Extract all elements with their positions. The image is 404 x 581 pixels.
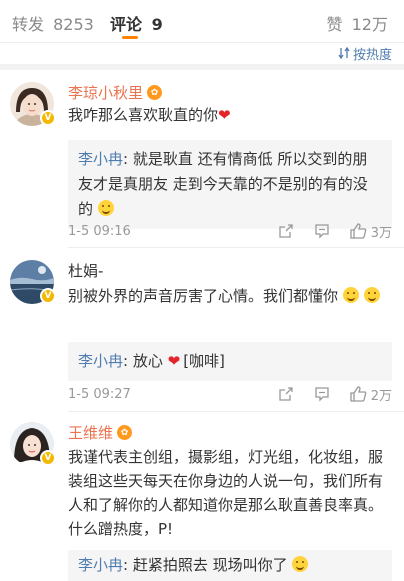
reply-action[interactable] [314, 386, 330, 402]
username-text: 王维维 [68, 424, 114, 442]
heart-icon: ❤ [218, 106, 231, 124]
tab-like-label: 赞 [326, 15, 343, 34]
comment-time: 1-5 09:27 [68, 386, 131, 402]
like-count: 2万 [370, 388, 392, 404]
sort-label: 按热度 [352, 47, 392, 63]
doge-emoji-icon [342, 287, 359, 303]
tab-repost-label: 转发 [12, 15, 45, 34]
reply-username[interactable]: 李小冉 [78, 352, 123, 370]
tab-comment[interactable]: 评论 9 [110, 11, 163, 35]
reply-text-tail: [咖啡] [183, 352, 225, 370]
tab-comment-label: 评论 [110, 15, 143, 34]
reply-preview[interactable]: 李小冉: 放心 ❤ [咖啡] [68, 342, 392, 381]
fan-rank-icon: ✿ [117, 425, 133, 440]
comment-username[interactable]: 杜娟- [68, 260, 103, 281]
share-icon [278, 223, 294, 239]
repost-action[interactable] [278, 386, 294, 402]
tab-comment-underline [122, 36, 138, 39]
reply-action[interactable] [314, 223, 330, 239]
comment-item: V 杜娟- 别被外界的声音厉害了心情。我们都懂你 李小冉: 放心 ❤ [咖啡] 1… [0, 248, 404, 412]
comment-time: 1-5 09:16 [68, 223, 131, 239]
reply-text: : 赶紧拍照去 现场叫你了 [123, 556, 288, 574]
comment-text-body: 我咋那么喜欢耿直的你 [68, 106, 219, 124]
tab-like-count: 12万 [351, 15, 388, 34]
grin-emoji-icon [292, 556, 309, 572]
tab-repost-count: 8253 [53, 15, 94, 34]
comment-text: 别被外界的声音厉害了心情。我们都懂你 [68, 284, 393, 309]
username-text: 杜娟- [68, 262, 104, 280]
sort-icon [338, 47, 350, 59]
reply-username[interactable]: 李小冉 [78, 556, 123, 574]
thumbs-up-icon [350, 386, 367, 402]
comment-item: V 王维维 ✿ 我谨代表主创组，摄影组，灯光组，化妆组，服装组这些天每天在你身边… [0, 412, 404, 581]
tab-like[interactable]: 赞 12万 [327, 11, 388, 35]
username-text: 李琼小秋里 [68, 84, 144, 102]
comment-text-body: 我谨代表主创组，摄影组，灯光组，化妆组，服装组这些天每天在你身边的人说一句，我们… [68, 448, 384, 538]
comment-item: V 李琼小秋里 ✿ 我咋那么喜欢耿直的你❤ 李小冉: 就是耿直 还有情商低 所以… [0, 70, 404, 248]
doge-emoji-icon [97, 200, 114, 216]
like-action[interactable]: 3万 [350, 222, 392, 241]
reply-preview[interactable]: 李小冉: 就是耿直 还有情商低 所以交到的朋友才是真朋友 走到今天靠的不是别的有… [68, 140, 392, 229]
share-icon [278, 386, 294, 402]
sort-button[interactable]: 按热度 [338, 43, 392, 63]
heart-icon: ❤ [167, 352, 181, 370]
like-action[interactable]: 2万 [350, 385, 392, 404]
verified-badge: V [40, 110, 56, 126]
comment-username[interactable]: 王维维 ✿ [68, 422, 133, 443]
reply-preview[interactable]: 李小冉: 赶紧拍照去 现场叫你了 [68, 550, 392, 581]
comment-icon [314, 386, 330, 402]
like-count: 3万 [370, 225, 392, 241]
fan-rank-icon: ✿ [147, 85, 163, 100]
thumbs-up-icon [350, 223, 367, 239]
tab-comment-count: 9 [151, 15, 163, 34]
comment-text: 我咋那么喜欢耿直的你❤ [68, 103, 393, 128]
comment-icon [314, 223, 330, 239]
tab-repost[interactable]: 转发 8253 [12, 11, 94, 35]
comment-meta: 1-5 09:16 3万 [68, 220, 392, 242]
comment-text: 我谨代表主创组，摄影组，灯光组，化妆组，服装组这些天每天在你身边的人说一句，我们… [68, 445, 393, 541]
comment-username[interactable]: 李琼小秋里 ✿ [68, 82, 163, 103]
comment-text-body: 别被外界的声音厉害了心情。我们都懂你 [68, 287, 339, 305]
verified-badge: V [40, 288, 56, 304]
verified-badge: V [40, 450, 56, 466]
reply-username[interactable]: 李小冉 [78, 150, 123, 168]
comment-meta: 1-5 09:27 2万 [68, 383, 392, 405]
reply-text: : 放心 [123, 352, 168, 370]
repost-action[interactable] [278, 223, 294, 239]
doge-emoji-icon [363, 287, 380, 303]
